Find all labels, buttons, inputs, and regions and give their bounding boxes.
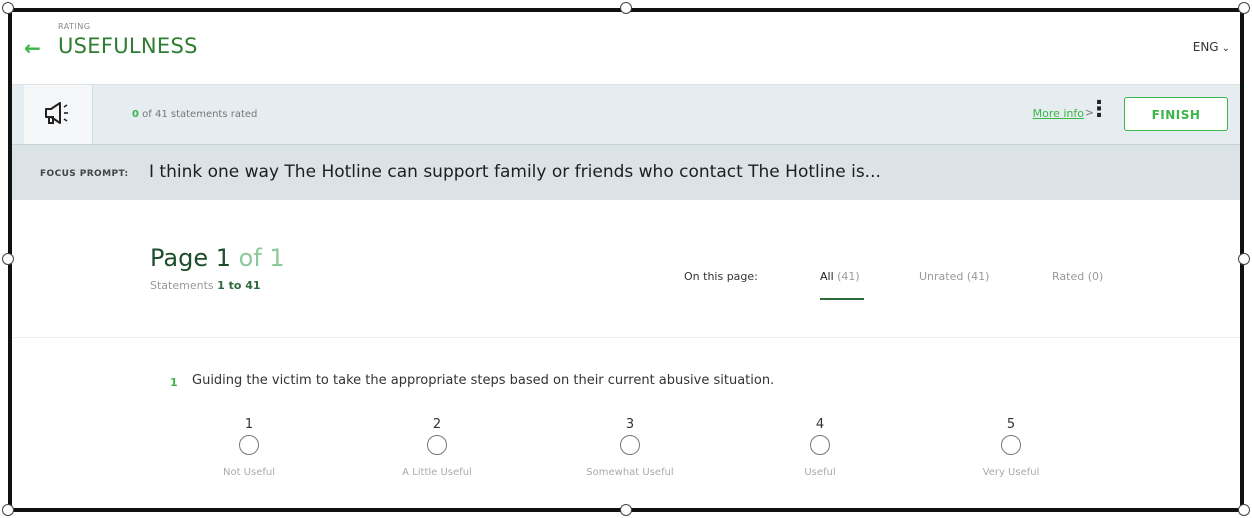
rated-count-suffix: of 41 statements rated: [138, 109, 258, 120]
megaphone-icon: [45, 102, 68, 124]
tab-rated[interactable]: Rated (0): [1052, 270, 1103, 283]
announcement-tab[interactable]: [24, 85, 93, 145]
statement-range: Statements 1 to 41: [150, 279, 261, 292]
screenshot-frame: ← RATING USEFULNESS ENG ⌄ 0 of 41 stateme…: [8, 8, 1244, 512]
rating-label: Somewhat Useful: [586, 467, 674, 478]
statements-label: Statements: [150, 279, 214, 292]
rating-label: Very Useful: [982, 467, 1040, 478]
resize-handle[interactable]: [2, 504, 14, 516]
finish-button[interactable]: FINISH: [1124, 97, 1228, 131]
statement-number: 1: [170, 376, 178, 389]
on-this-page-label: On this page:: [684, 270, 758, 283]
rating-option-3[interactable]: 3 Somewhat Useful: [565, 417, 695, 478]
statements-range: 1 to 41: [217, 279, 261, 292]
tab-all-label: All: [820, 270, 834, 283]
page-number: 1: [215, 244, 232, 272]
resize-handle[interactable]: [620, 504, 632, 516]
chevron-down-icon: ⌄: [1221, 43, 1230, 54]
resize-handle[interactable]: [1238, 504, 1250, 516]
rated-count-number: 0: [132, 109, 139, 120]
resize-handle[interactable]: [2, 253, 14, 265]
rating-value: 2: [432, 417, 442, 432]
focus-prompt-label: FOCUS PROMPT:: [40, 169, 129, 179]
page-title: USEFULNESS: [58, 34, 198, 58]
active-tab-indicator: [820, 298, 864, 300]
status-bar: 0 of 41 statements rated More info > ⋮ F…: [12, 84, 1240, 145]
page-indicator: Page 1 of 1: [150, 244, 285, 272]
resize-handle[interactable]: [1238, 253, 1250, 265]
rating-value: 4: [815, 417, 825, 432]
statement-text: Guiding the victim to take the appropria…: [192, 373, 775, 388]
back-arrow-icon[interactable]: ←: [24, 36, 41, 60]
tab-all-count: (41): [837, 270, 860, 283]
language-label: ENG: [1192, 40, 1219, 54]
focus-prompt-text: I think one way The Hotline can support …: [149, 162, 881, 182]
rating-radio[interactable]: [810, 435, 830, 455]
resize-handle[interactable]: [620, 2, 632, 14]
rating-value: 1: [244, 417, 254, 432]
resize-handle[interactable]: [2, 2, 14, 14]
tab-unrated[interactable]: Unrated (41): [919, 270, 989, 283]
kebab-menu-icon[interactable]: ⋮: [1088, 99, 1110, 121]
rating-label: Useful: [804, 467, 836, 478]
focus-prompt-bar: FOCUS PROMPT: I think one way The Hotlin…: [12, 144, 1240, 201]
rating-label: RATING: [58, 22, 91, 31]
rating-option-5[interactable]: 5 Very Useful: [946, 417, 1076, 478]
rated-count: 0 of 41 statements rated: [132, 109, 257, 120]
tab-all[interactable]: All (41): [820, 270, 860, 283]
divider: [12, 337, 1240, 338]
rating-radio[interactable]: [239, 435, 259, 455]
rating-label: Not Useful: [222, 467, 276, 478]
resize-handle[interactable]: [1238, 2, 1250, 14]
rating-option-1[interactable]: 1 Not Useful: [184, 417, 314, 478]
page-total: of 1: [238, 244, 285, 272]
rating-value: 3: [625, 417, 635, 432]
rating-option-4[interactable]: 4 Useful: [755, 417, 885, 478]
more-info-link[interactable]: More info: [1033, 107, 1084, 120]
rating-value: 5: [1006, 417, 1016, 432]
page-info: Page 1 of 1 Statements 1 to 41 On this p…: [12, 200, 1240, 340]
rating-option-2[interactable]: 2 A Little Useful: [372, 417, 502, 478]
rating-radio[interactable]: [620, 435, 640, 455]
header: ← RATING USEFULNESS ENG ⌄: [12, 12, 1240, 84]
page-word: Page: [150, 244, 209, 272]
rating-radio[interactable]: [1001, 435, 1021, 455]
language-selector[interactable]: ENG ⌄: [1193, 40, 1230, 54]
rating-radio[interactable]: [427, 435, 447, 455]
rating-label: A Little Useful: [402, 467, 472, 478]
